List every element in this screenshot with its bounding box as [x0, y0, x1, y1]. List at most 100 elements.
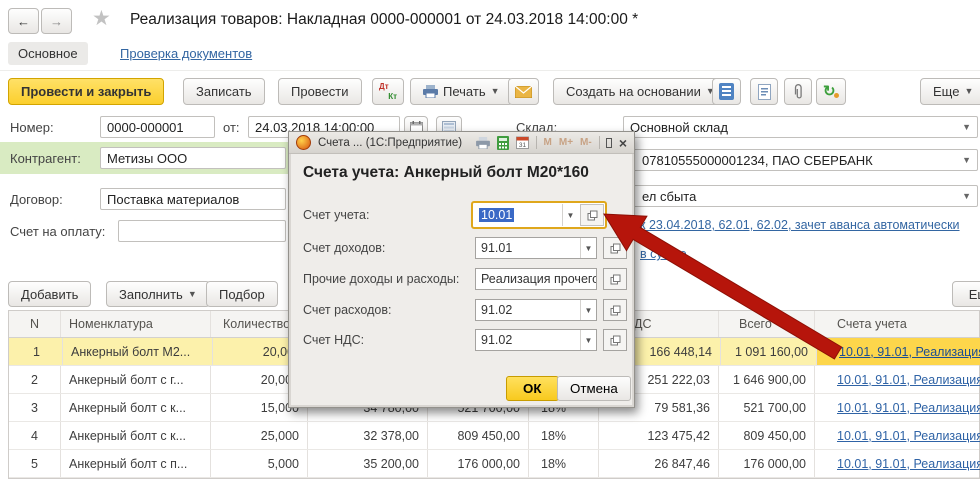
tab-main[interactable]: Основное: [8, 42, 88, 65]
table-cell-n[interactable]: 5: [9, 450, 61, 477]
expense-account-input[interactable]: 91.02▼: [475, 299, 597, 321]
accounts-link[interactable]: 10.01, 91.01, Реализация: [837, 457, 980, 471]
save-button[interactable]: Записать: [183, 78, 265, 105]
open-button[interactable]: [603, 237, 627, 259]
chevron-down-icon[interactable]: ▼: [580, 330, 596, 350]
chevron-down-icon[interactable]: ▼: [580, 300, 596, 320]
table-cell-n[interactable]: 2: [9, 366, 61, 393]
memory-mplus-button[interactable]: M+: [559, 137, 573, 148]
table-cell-vat_pct[interactable]: 18%: [529, 450, 599, 477]
maximize-icon[interactable]: [606, 138, 612, 148]
chevron-down-icon[interactable]: ▼: [562, 204, 578, 226]
accounts-link[interactable]: 10.01, 91.01, Реализация: [837, 401, 980, 415]
other-income-expenses-input[interactable]: Реализация прочего▼: [475, 268, 597, 290]
dialog-titlebar[interactable]: Счета ... (1С:Предприятие) 31 M M+ M- ×: [289, 132, 634, 154]
calendar-31-icon[interactable]: 31: [516, 136, 529, 149]
table-cell-total[interactable]: 521 700,00: [719, 394, 815, 421]
table-cell-vat_pct[interactable]: 18%: [529, 422, 599, 449]
department-field[interactable]: ел сбыта▼: [623, 185, 978, 207]
open-button[interactable]: [603, 299, 627, 321]
table-cell-n[interactable]: 4: [9, 422, 61, 449]
table-cell-name[interactable]: Анкерный болт М2...: [63, 338, 213, 365]
post-button[interactable]: Провести: [278, 78, 362, 105]
open-button[interactable]: [603, 268, 627, 290]
table-cell-vat[interactable]: 123 475,42: [599, 422, 719, 449]
chevron-down-icon[interactable]: ▼: [958, 191, 971, 201]
debit-credit-button[interactable]: ДтКт: [372, 78, 404, 105]
memory-mminus-button[interactable]: M-: [580, 137, 592, 148]
fill-button[interactable]: Заполнить▼: [106, 281, 210, 307]
forward-button[interactable]: →: [41, 8, 72, 34]
contract-label: Договор:: [10, 192, 63, 207]
payment-invoice-field[interactable]: [118, 220, 286, 242]
table-cell-accounts: 10.01, 91.01, Реализация: [815, 422, 980, 449]
create-based-on-button[interactable]: Создать на основании▼: [553, 78, 728, 105]
table-cell-qty[interactable]: 5,000: [211, 450, 308, 477]
table-cell-total[interactable]: 1 646 900,00: [719, 366, 815, 393]
reports-button[interactable]: [712, 78, 741, 105]
table-more-button[interactable]: Еще: [952, 281, 980, 307]
send-email-button[interactable]: [508, 78, 539, 105]
column-header[interactable]: Всего: [719, 311, 815, 337]
ok-button[interactable]: ОК: [506, 376, 559, 401]
warehouse-field[interactable]: Основной склад▼: [623, 116, 978, 138]
attachments-button[interactable]: [784, 78, 812, 105]
more-button[interactable]: Еще▼: [920, 78, 980, 105]
history-button[interactable]: ↻: [816, 78, 846, 105]
back-button[interactable]: ←: [8, 8, 39, 34]
tab-check-documents[interactable]: Проверка документов: [120, 46, 252, 61]
close-icon[interactable]: ×: [619, 136, 627, 150]
vat-account-input[interactable]: 91.02▼: [475, 329, 597, 351]
table-cell-name[interactable]: Анкерный болт с п...: [61, 450, 211, 477]
table-cell-price[interactable]: 32 378,00: [308, 422, 428, 449]
table-cell-price[interactable]: 35 200,00: [308, 450, 428, 477]
column-header[interactable]: Номенклатура: [61, 311, 211, 337]
table-cell-n[interactable]: 1: [11, 338, 63, 365]
chevron-down-icon[interactable]: ▼: [580, 238, 596, 258]
open-button[interactable]: [580, 204, 604, 226]
favorite-star-icon[interactable]: ★: [92, 6, 111, 31]
chevron-down-icon[interactable]: ▼: [958, 122, 971, 132]
accounts-link[interactable]: 10.01, 91.01, Реализация: [837, 373, 980, 387]
vat-in-sum-link[interactable]: в сумме: [640, 247, 687, 261]
calculator-icon[interactable]: [497, 136, 509, 150]
accounts-link[interactable]: 10.01, 91.01, Реализация: [839, 345, 980, 359]
forward-arrow-icon: →: [50, 14, 63, 29]
table-cell-total[interactable]: 1 091 160,00: [721, 338, 817, 365]
income-account-input[interactable]: 91.01▼: [475, 237, 597, 259]
table-row[interactable]: 5Анкерный болт с п...5,00035 200,00176 0…: [9, 450, 979, 478]
table-cell-sum[interactable]: 809 450,00: [428, 422, 529, 449]
post-and-close-button[interactable]: Провести и закрыть: [8, 78, 164, 105]
table-cell-name[interactable]: Анкерный болт с к...: [61, 394, 211, 421]
table-cell-qty[interactable]: 25,000: [211, 422, 308, 449]
add-row-button[interactable]: Добавить: [8, 281, 91, 307]
column-header[interactable]: N: [9, 311, 61, 337]
contragent-field[interactable]: Метизы ООО: [100, 147, 286, 169]
contract-field[interactable]: Поставка материалов: [100, 188, 286, 210]
account-input[interactable]: 10.01 ▼: [474, 204, 578, 226]
document-check-button[interactable]: [750, 78, 778, 105]
payment-invoice-label: Счет на оплату:: [10, 224, 105, 239]
print-button[interactable]: Печать▼: [410, 78, 513, 105]
dialog-print-icon[interactable]: [476, 137, 490, 149]
pick-button[interactable]: Подбор: [206, 281, 278, 307]
open-button[interactable]: [603, 329, 627, 351]
table-cell-total[interactable]: 176 000,00: [719, 450, 815, 477]
memory-m-button[interactable]: M: [544, 137, 552, 148]
table-cell-vat[interactable]: 26 847,46: [599, 450, 719, 477]
table-cell-sum[interactable]: 176 000,00: [428, 450, 529, 477]
accounts-link[interactable]: 10.01, 91.01, Реализация: [837, 429, 980, 443]
number-field[interactable]: 0000-000001: [100, 116, 215, 138]
income-account-label: Счет доходов:: [303, 241, 385, 255]
settlements-link[interactable]: к 23.04.2018, 62.01, 62.02, зачет аванса…: [640, 218, 960, 232]
table-cell-n[interactable]: 3: [9, 394, 61, 421]
bank-account-field[interactable]: 07810555000001234, ПАО СБЕРБАНК▼: [623, 149, 978, 171]
cancel-button[interactable]: Отмена: [557, 376, 631, 401]
table-row[interactable]: 4Анкерный болт с к...25,00032 378,00809 …: [9, 422, 979, 450]
expense-account-label: Счет расходов:: [303, 303, 391, 317]
chevron-down-icon[interactable]: ▼: [958, 155, 971, 165]
column-header[interactable]: Счета учета: [815, 311, 980, 337]
table-cell-name[interactable]: Анкерный болт с г...: [61, 366, 211, 393]
table-cell-name[interactable]: Анкерный болт с к...: [61, 422, 211, 449]
table-cell-total[interactable]: 809 450,00: [719, 422, 815, 449]
